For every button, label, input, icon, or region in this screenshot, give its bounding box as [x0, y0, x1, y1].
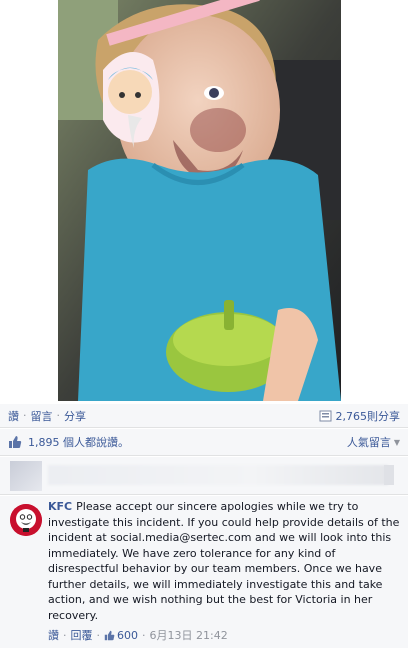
thumbs-up-icon [9, 436, 22, 448]
comment-timestamp[interactable]: 6月13日 21:42 [150, 627, 228, 643]
share-count[interactable]: 2,765則分享 [319, 408, 401, 424]
kfc-colonel-icon [10, 504, 42, 536]
blurred-block [384, 465, 394, 485]
blurred-avatar [10, 461, 42, 491]
kfc-logo[interactable] [10, 504, 42, 536]
photo-illustration [58, 0, 341, 401]
share-count-label: 2,765則分享 [335, 409, 401, 423]
separator-dot: · [96, 628, 101, 642]
share-icon [319, 410, 331, 421]
share-link[interactable]: 分享 [64, 408, 86, 424]
like-link[interactable]: 讚 [8, 408, 19, 424]
comment-link[interactable]: 留言 [31, 408, 53, 424]
post-actions-bar: 讚 · 留言 · 分享 2,765則分享 [0, 404, 408, 428]
separator-dot: · [142, 628, 146, 642]
likes-count-text[interactable]: 1,895 個人都說讚。 [28, 434, 129, 450]
separator-dot: · [56, 409, 61, 422]
comment-like-count[interactable]: 600 [117, 629, 138, 642]
comment-author[interactable]: KFC [48, 500, 72, 513]
post-photo[interactable] [58, 0, 341, 401]
comment-like-link[interactable]: 讚 [48, 627, 59, 643]
comment-text: Please accept our sincere apologies whil… [48, 500, 400, 622]
blurred-text [48, 465, 388, 485]
comment-meta: 讚 · 回覆 · 600 · 6月13日 21:42 [48, 627, 228, 643]
sort-caret-icon: ▼ [393, 437, 400, 447]
likes-summary-row: 1,895 個人都說讚。 人氣留言 ▼ [0, 429, 408, 456]
separator-dot: · [23, 409, 27, 422]
sort-label: 人氣留言 [346, 436, 391, 449]
kfc-comment: KFC Please accept our sincere apologies w… [0, 496, 408, 648]
comment-sort-dropdown[interactable]: 人氣留言 ▼ [347, 434, 400, 450]
comment-body: KFC Please accept our sincere apologies w… [48, 499, 400, 623]
blurred-comment [0, 457, 408, 495]
thumbs-up-icon [104, 630, 115, 640]
comment-reply-link[interactable]: 回覆 [71, 627, 93, 643]
post-photo-container [0, 0, 408, 404]
separator-dot: · [63, 628, 67, 642]
